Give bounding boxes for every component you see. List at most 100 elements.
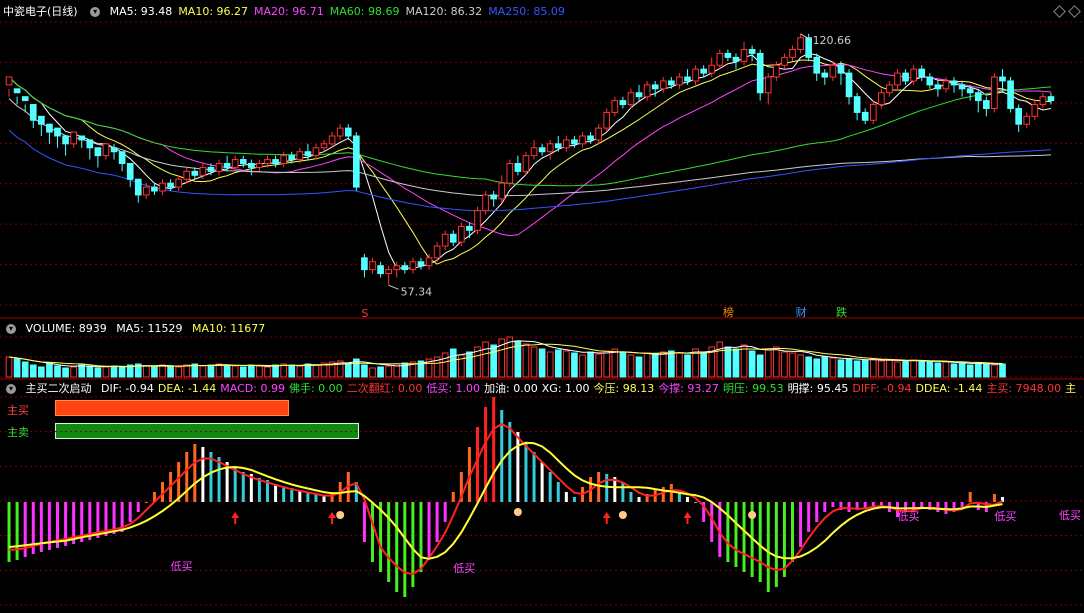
macd-bar [144,502,148,503]
candle-body [579,135,586,145]
macd-bar [387,502,391,582]
macd-bar [371,502,374,562]
candle-body [466,225,473,231]
macd-bar [726,502,730,562]
volume-bar [974,362,982,378]
candle-body [894,72,901,86]
moving-average-lines [8,52,1052,269]
candle-body [110,147,118,153]
macd-bar [992,494,996,502]
volume-bar [651,353,659,378]
volume-bar [934,362,942,378]
macd-bar [282,486,286,502]
candle-body [304,151,312,157]
volume-bar [983,363,990,378]
candle-body [861,111,869,121]
candle-body [934,84,942,90]
candle-body [183,170,191,180]
candle-body [974,92,982,102]
macd-bar [492,397,496,502]
candle-body [239,159,247,164]
candle-body [659,80,667,90]
volume-bar [231,365,239,378]
candle-body [336,127,344,137]
macd-bar [871,502,875,506]
candle-body [256,163,263,168]
candle-body [498,182,506,200]
candle-body [668,80,675,86]
macd-bar [403,502,407,597]
candle-body [312,147,320,157]
candle-body [595,127,602,141]
macd-bar [379,502,383,572]
volume-bar [926,361,934,378]
grid-lines [0,21,1084,606]
macd-bar [395,502,399,592]
candle-body [740,49,748,62]
volume-bar [676,352,683,378]
candle-body [126,163,134,180]
candle-body [13,88,21,94]
macd-bar [241,472,245,502]
candle-body [1023,115,1031,125]
macd-bar [936,502,940,512]
macd-bar [774,502,778,587]
candle-body [627,92,635,106]
macd-bar [791,502,794,562]
macd-bar [136,502,140,512]
candle-body [248,163,255,168]
volume-bar [248,364,255,378]
volume-bar [256,365,263,378]
candle-body [353,135,360,188]
candle-body [837,64,845,74]
macd-bar [274,484,278,502]
volume-bar [942,361,950,378]
volume-bar [748,350,756,378]
high-price-label: 120.66 [813,34,852,47]
candle-body [143,186,150,196]
volume-bar [635,356,643,378]
volume-bar [595,353,602,378]
cai-marker: 财 [796,305,807,319]
macd-bar [863,502,867,508]
volume-bar [878,360,885,378]
candle-body [21,96,29,102]
macd-bar [427,502,431,557]
candle-body [167,182,174,188]
candle-body [272,159,279,164]
candle-body [910,68,917,82]
volume-bar [740,344,748,378]
volume-bar [38,366,45,378]
volume-bar [62,367,69,378]
macd-bar [847,502,851,512]
volume-bar [207,364,215,378]
volume-bar [999,363,1006,378]
candle-body [635,92,643,98]
volume-bar [441,352,449,378]
volume-ma10-line [8,343,1003,368]
up-arrow-icon [328,512,337,524]
volume-bar [805,356,812,378]
candle-body [417,261,425,267]
volume-bar [449,348,457,378]
macd-bar [451,492,455,502]
candle-body [29,104,37,121]
volume-bar [950,363,958,378]
candle-body [159,182,166,192]
volume-bar [288,364,296,378]
volume-bar [724,346,732,378]
candle-body [474,210,481,231]
volume-bar [94,367,102,378]
volume-bar [700,351,707,378]
low-pointer [388,284,399,290]
volume-bar [627,354,635,378]
candle-body [320,143,328,149]
macd-bar [185,452,189,502]
volume-bar [21,361,29,378]
die-marker: 跌 [836,305,847,319]
candle-body [813,56,821,74]
volume-bar [522,343,530,378]
candle-body [506,163,514,184]
volume-bar [886,359,893,378]
macd-bar [758,502,762,582]
